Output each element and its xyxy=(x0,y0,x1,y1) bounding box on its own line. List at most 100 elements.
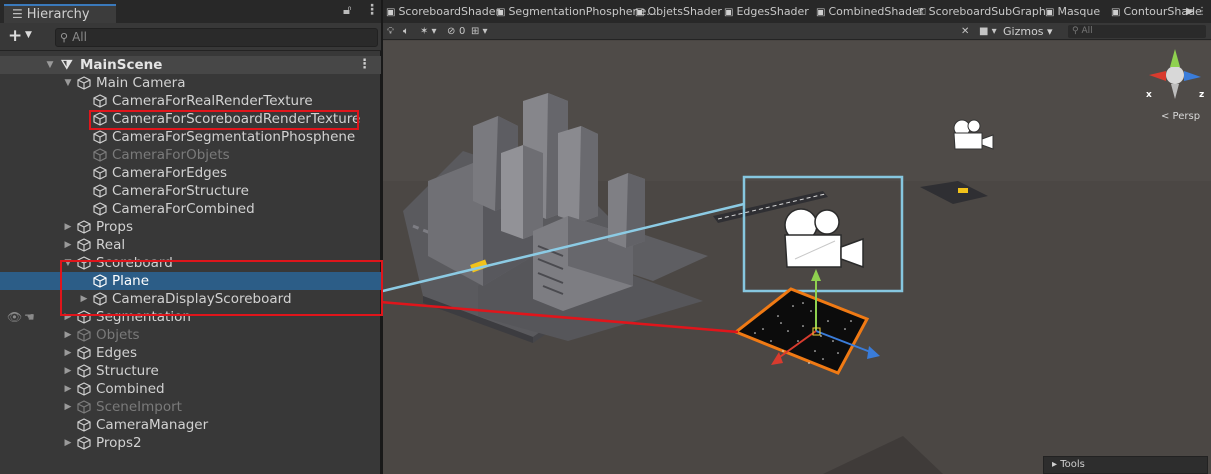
tab-segmentation-phosphene[interactable]: ▣ SegmentationPhosphene... xyxy=(496,0,657,23)
highlight-box-scoreboard-group xyxy=(60,260,383,316)
tree-item-label: CameraForEdges xyxy=(112,165,228,181)
gameobject-cube-icon xyxy=(77,346,91,360)
expand-arrow-icon[interactable]: ▶ xyxy=(62,326,74,344)
shader-icon: ▣ xyxy=(1111,7,1121,18)
expand-arrow-icon[interactable]: ▼ xyxy=(62,74,74,92)
tree-item-label: SceneImport xyxy=(96,399,182,415)
expand-arrow-icon[interactable]: ▶ xyxy=(62,236,74,254)
gizmos-dropdown[interactable]: Gizmos ▾ xyxy=(1003,24,1053,39)
scene-viewport[interactable]: x z < Persp ▸ Tools xyxy=(383,41,1211,474)
tab-masque[interactable]: ▣ Masque xyxy=(1045,0,1100,23)
gameobject-cube-icon xyxy=(77,220,91,234)
tab-label: ObjetsShader xyxy=(647,5,722,18)
gameobject-cube-icon xyxy=(77,364,91,378)
tab-label: CombinedShader xyxy=(828,5,924,18)
search-icon: ⚲ xyxy=(60,31,69,44)
tree-item-label: Structure xyxy=(96,363,159,379)
tree-item-label: Edges xyxy=(96,345,138,361)
tab-scoreboard-subgraph[interactable]: ⚿ ScoreboardSubGraph xyxy=(918,0,1046,23)
lock-icon[interactable]: 🔓︎ xyxy=(343,3,351,18)
tree-item-camera-segmentation-phosphene[interactable]: CameraForSegmentationPhosphene xyxy=(0,128,381,146)
hierarchy-panel: ☰ Hierarchy 🔓︎ ⋮ + ▼ ⚲ All ▼ ⧩ MainScene ⋮… xyxy=(0,0,381,474)
tree-item-label: Props2 xyxy=(96,435,142,451)
shader-icon: ▣ xyxy=(496,7,506,18)
tree-item-structure[interactable]: ▶ Structure xyxy=(0,362,381,380)
tab-scoreboard-shader[interactable]: ▣ ScoreboardShader xyxy=(386,0,500,23)
tree-item-label: CameraForCombined xyxy=(112,201,255,217)
expand-arrow-icon[interactable]: ▶ xyxy=(62,434,74,452)
unity-scene-icon: ⧩ xyxy=(61,58,73,73)
scene-view[interactable]: ▣ ScoreboardShader ▣ SegmentationPhosphene… xyxy=(383,0,1211,474)
subgraph-icon: ⚿ xyxy=(918,7,926,18)
tab-label: ScoreboardShader xyxy=(398,5,500,18)
add-button[interactable]: + xyxy=(8,26,22,46)
hierarchy-tabbar: ☰ Hierarchy 🔓︎ ⋮ xyxy=(0,0,381,23)
tree-item-real[interactable]: ▶ Real xyxy=(0,236,381,254)
expand-arrow-icon[interactable]: ▶ xyxy=(62,362,74,380)
scene-row-mainscene[interactable]: ▼ ⧩ MainScene ⋮ xyxy=(0,56,381,74)
scene-menu-icon[interactable]: ⋮ xyxy=(358,56,371,74)
tab-overflow-icon[interactable]: ▶ ⋮ xyxy=(1186,0,1207,23)
shader-icon: ▣ xyxy=(1045,7,1055,18)
shader-icon: ▣ xyxy=(816,7,826,18)
hidden-objects-icon[interactable]: ⊘ xyxy=(447,24,455,39)
tree-item-camera-real-render[interactable]: CameraForRealRenderTexture xyxy=(0,92,381,110)
shader-icon: ▣ xyxy=(386,7,396,18)
list-icon: ☰ xyxy=(12,7,23,21)
audio-toggle-icon[interactable]: 🔈︎ xyxy=(403,24,409,39)
eye-icon[interactable]: 👁︎ xyxy=(7,308,22,326)
gameobject-cube-icon xyxy=(77,382,91,396)
pick-hand-icon[interactable]: ☚ xyxy=(24,308,35,326)
tree-item-props2[interactable]: ▶ Props2 xyxy=(0,434,381,452)
axis-x-label: x xyxy=(1146,90,1152,100)
tree-item-label: Objets xyxy=(96,327,140,343)
gameobject-cube-icon xyxy=(77,76,91,90)
tools-overlay[interactable]: ▸ Tools xyxy=(1043,456,1208,474)
tree-item-label: Real xyxy=(96,237,126,253)
tree-item-label: Props xyxy=(96,219,134,235)
effects-toggle-icon[interactable]: ✶ ▾ xyxy=(420,24,437,39)
grid-toggle-icon[interactable]: ⊞ ▾ xyxy=(471,24,488,39)
gameobject-cube-icon xyxy=(93,130,107,144)
tools-toggle-icon[interactable]: ✕ xyxy=(961,24,969,39)
search-input[interactable]: ⚲ All xyxy=(55,28,378,47)
expand-arrow-icon[interactable]: ▶ xyxy=(62,218,74,236)
scene-search-input[interactable]: ⚲ All xyxy=(1068,25,1206,38)
chevron-down-icon[interactable]: ▼ xyxy=(25,30,32,40)
tab-hierarchy[interactable]: ☰ Hierarchy xyxy=(4,4,116,23)
tree-item-objets[interactable]: ▶ Objets xyxy=(0,326,381,344)
search-placeholder: All xyxy=(1081,26,1093,36)
tree-item-camera-edges[interactable]: CameraForEdges xyxy=(0,164,381,182)
scene-toolbar: 💡︎ 🔈︎ ✶ ▾ ⊘ 0 ⊞ ▾ ✕ ■ ▾ Gizmos ▾ ⚲ All xyxy=(383,23,1211,40)
tree-item-camera-structure[interactable]: CameraForStructure xyxy=(0,182,381,200)
tree-item-camera-combined[interactable]: CameraForCombined xyxy=(0,200,381,218)
tab-objets-shader[interactable]: ▣ ObjetsShader xyxy=(635,0,722,23)
scene-name: MainScene xyxy=(80,57,163,73)
hierarchy-toolbar: + ▼ ⚲ All xyxy=(0,23,381,51)
axis-z-label: z xyxy=(1199,90,1205,100)
highlight-box-scoreboard-render xyxy=(89,110,359,130)
tree-item-main-camera[interactable]: ▼ Main Camera xyxy=(0,74,381,92)
tree-item-props[interactable]: ▶ Props xyxy=(0,218,381,236)
tree-item-combined[interactable]: ▶ Combined xyxy=(0,380,381,398)
tree-item-label: CameraForObjets xyxy=(112,147,230,163)
gameobject-cube-icon xyxy=(93,184,107,198)
expand-arrow-icon[interactable]: ▶ xyxy=(62,344,74,362)
tree-item-scene-import[interactable]: ▶ SceneImport xyxy=(0,398,381,416)
gameobject-cube-icon xyxy=(77,418,91,432)
tab-edges-shader[interactable]: ▣ EdgesShader xyxy=(724,0,809,23)
camera-settings-icon[interactable]: ■ ▾ xyxy=(979,24,997,39)
persp-toggle[interactable]: < Persp xyxy=(1161,111,1200,122)
expand-arrow-icon[interactable]: ▶ xyxy=(62,398,74,416)
expand-arrow-icon[interactable]: ▼ xyxy=(44,56,56,74)
tree-item-label: CameraForSegmentationPhosphene xyxy=(112,129,356,145)
tree-item-camera-objets[interactable]: CameraForObjets xyxy=(0,146,381,164)
tab-combined-shader[interactable]: ▣ CombinedShader xyxy=(816,0,923,23)
lighting-toggle-icon[interactable]: 💡︎ xyxy=(387,24,394,39)
gizmos-label: Gizmos xyxy=(1003,25,1044,38)
expand-arrow-icon[interactable]: ▶ xyxy=(62,380,74,398)
tree-item-camera-manager[interactable]: CameraManager xyxy=(0,416,381,434)
kebab-menu-icon[interactable]: ⋮ xyxy=(365,2,379,18)
tools-label: Tools xyxy=(1060,459,1085,470)
tree-item-edges[interactable]: ▶ Edges xyxy=(0,344,381,362)
